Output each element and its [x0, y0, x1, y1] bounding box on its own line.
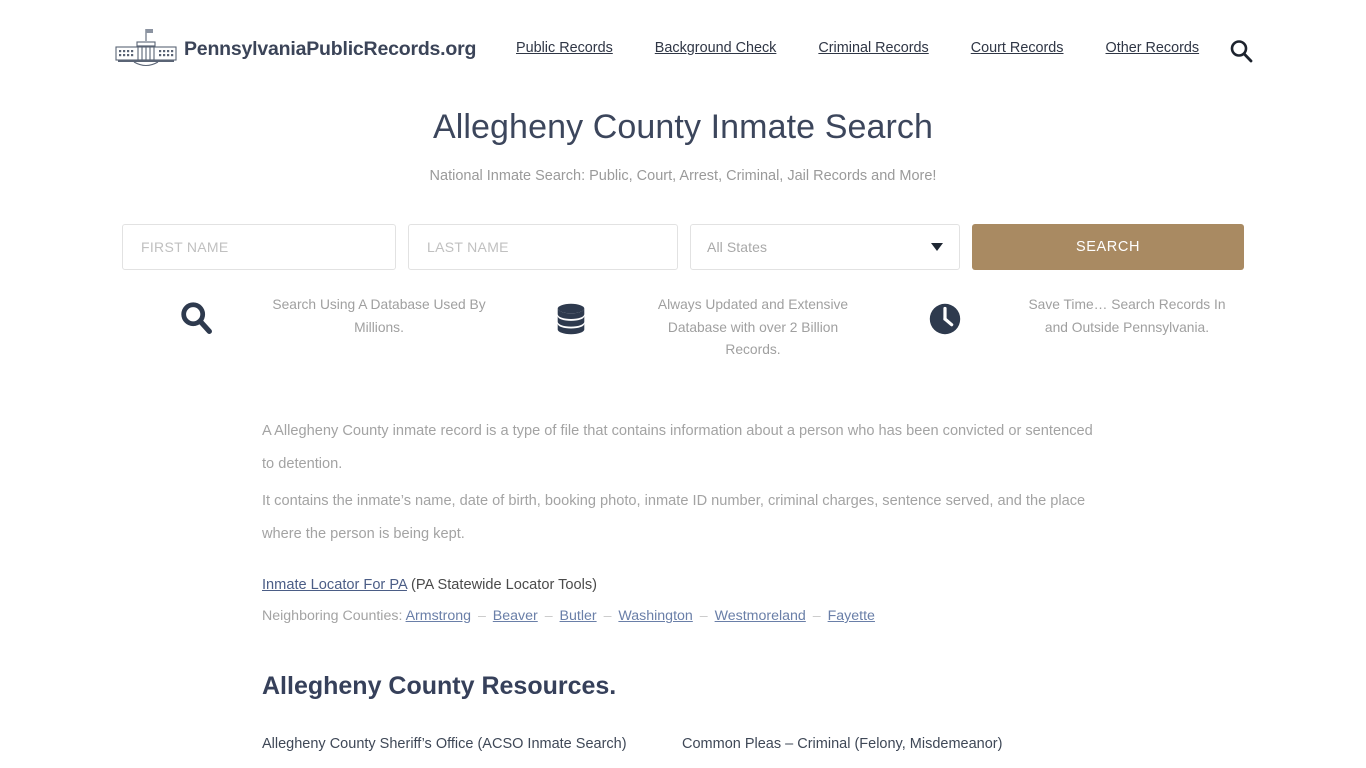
neighboring-counties-label: Neighboring Counties:: [262, 608, 403, 624]
separator: –: [477, 608, 486, 624]
separator: –: [603, 608, 612, 624]
page-subtitle: National Inmate Search: Public, Court, A…: [429, 168, 937, 184]
clock-icon: [870, 294, 1020, 338]
site-logo-link[interactable]: PennsylvaniaPublicRecords.org: [112, 27, 476, 71]
feature-text: Search Using A Database Used By Millions…: [272, 297, 486, 335]
feature-item: Always Updated and Extensive Database wi…: [496, 294, 870, 362]
feature-item: Save Time… Search Records In and Outside…: [870, 294, 1244, 362]
nav-item-other-records[interactable]: Other Records: [1085, 40, 1221, 56]
county-link-armstrong[interactable]: Armstrong: [406, 608, 471, 624]
nav-item-criminal-records[interactable]: Criminal Records: [797, 40, 949, 56]
last-name-field[interactable]: [408, 224, 678, 270]
state-select-value: All States: [707, 239, 768, 255]
inmate-locator-link[interactable]: Inmate Locator For PA: [262, 577, 407, 593]
county-link-westmoreland[interactable]: Westmoreland: [715, 608, 806, 624]
feature-list: Search Using A Database Used By Millions…: [122, 294, 1244, 362]
feature-text: Save Time… Search Records In and Outside…: [1028, 297, 1226, 335]
resource-name: Allegheny County Sheriff’s Office (ACSO …: [262, 736, 627, 752]
resource-name: Common Pleas – Criminal (Felony, Misdeme…: [682, 736, 1003, 752]
database-icon: [496, 294, 646, 338]
chevron-down-icon: [931, 243, 943, 251]
inmate-locator-row: Inmate Locator For PA (PA Statewide Loca…: [262, 577, 1102, 593]
resource-detail: 436 Grant St, Pittsburgh, PA 15219: [262, 759, 682, 768]
search-button[interactable]: SEARCH: [972, 224, 1244, 270]
nav-item-public-records[interactable]: Public Records: [516, 40, 634, 56]
main-navigation: Public Records Background Check Criminal…: [516, 40, 1220, 56]
search-icon[interactable]: [1228, 38, 1254, 64]
magnifier-icon: [122, 294, 272, 338]
resource-item-sheriff-office: Allegheny County Sheriff’s Office (ACSO …: [262, 729, 682, 768]
nav-item-background-check[interactable]: Background Check: [634, 40, 798, 56]
separator: –: [699, 608, 708, 624]
inmate-locator-suffix: (PA Statewide Locator Tools): [411, 577, 598, 593]
intro-paragraph-2: It contains the inmate’s name, date of b…: [262, 493, 1086, 542]
main-content: A Allegheny County inmate record is a ty…: [262, 415, 1102, 768]
first-name-input[interactable]: [139, 238, 379, 256]
last-name-input[interactable]: [425, 238, 661, 256]
resources-heading: Allegheny County Resources.: [262, 672, 617, 700]
state-select[interactable]: All States: [690, 224, 960, 270]
county-link-beaver[interactable]: Beaver: [493, 608, 538, 624]
county-link-washington[interactable]: Washington: [618, 608, 692, 624]
first-name-field[interactable]: [122, 224, 396, 270]
neighboring-counties-row: Neighboring Counties: Armstrong – Beaver…: [262, 608, 1102, 624]
resources-grid: Allegheny County Sheriff’s Office (ACSO …: [262, 729, 1102, 768]
intro-paragraph-1: A Allegheny County inmate record is a ty…: [262, 423, 1093, 472]
site-header: PennsylvaniaPublicRecords.org Public Rec…: [0, 0, 1366, 92]
page-root: PennsylvaniaPublicRecords.org Public Rec…: [0, 0, 1366, 768]
feature-text: Always Updated and Extensive Database wi…: [657, 297, 849, 357]
feature-item: Search Using A Database Used By Millions…: [122, 294, 496, 362]
inmate-search-form: All States SEARCH: [122, 224, 1244, 270]
separator: –: [544, 608, 553, 624]
capitol-building-icon: [112, 27, 180, 71]
brand-name: PennsylvaniaPublicRecords.org: [184, 37, 477, 60]
county-link-butler[interactable]: Butler: [560, 608, 597, 624]
page-title: Allegheny County Inmate Search: [432, 108, 934, 146]
county-link-fayette[interactable]: Fayette: [828, 608, 875, 624]
resource-item-common-pleas: Common Pleas – Criminal (Felony, Misdeme…: [682, 729, 1102, 768]
separator: –: [812, 608, 821, 624]
nav-item-court-records[interactable]: Court Records: [950, 40, 1085, 56]
resource-detail: 412-350-5322: [682, 759, 1102, 768]
